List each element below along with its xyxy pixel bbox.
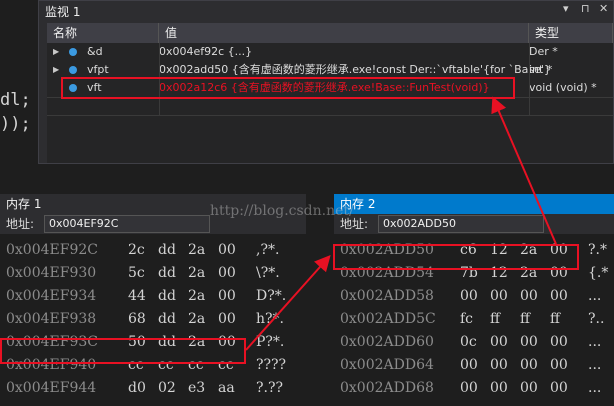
annotation-arrows (245, 96, 557, 351)
arrow-mem2-to-watch (491, 96, 557, 245)
arrow-mem1-to-mem2 (245, 255, 331, 351)
